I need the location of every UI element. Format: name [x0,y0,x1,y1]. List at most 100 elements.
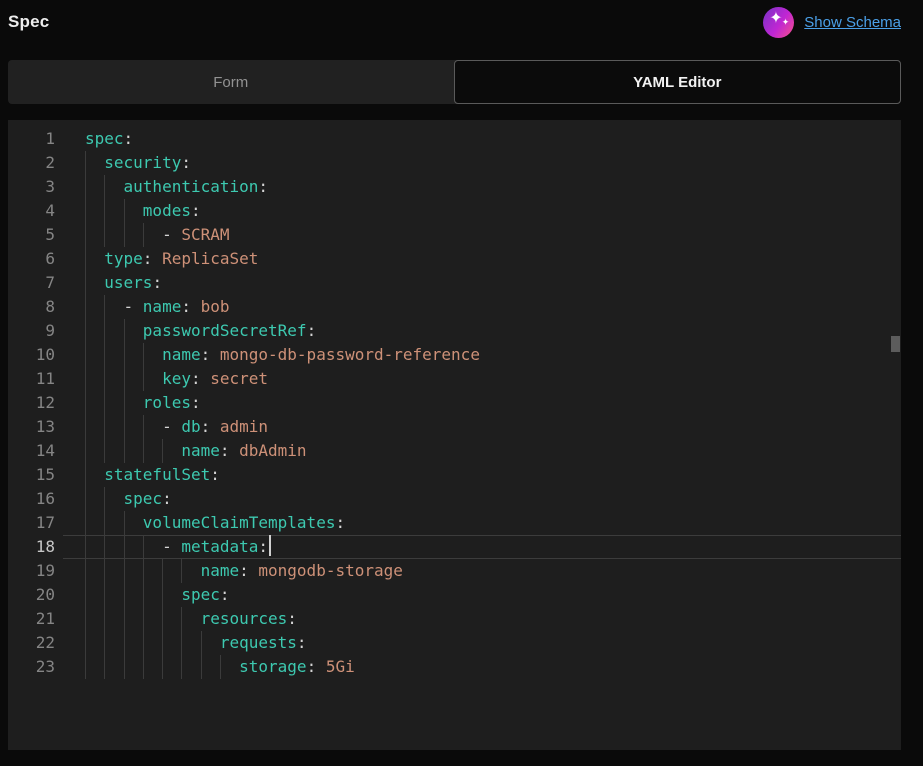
indent-guide [143,343,144,367]
indent-guide [85,391,86,415]
editor-scrollbar[interactable] [889,120,901,750]
tab-yaml-editor[interactable]: YAML Editor [454,60,902,104]
line-number: 21 [8,607,55,631]
code-line-8[interactable]: - name: bob [63,295,901,319]
code-line-10[interactable]: name: mongo-db-password-reference [63,343,901,367]
yaml-value: SCRAM [181,225,229,244]
code-line-9[interactable]: passwordSecretRef: [63,319,901,343]
line-number: 16 [8,487,55,511]
indent-guide [104,175,105,199]
yaml-punct: - [162,225,181,244]
indent-guide [85,271,86,295]
yaml-value: secret [210,369,268,388]
code-line-5[interactable]: - SCRAM [63,223,901,247]
indent-guide [85,439,86,463]
indent-guide [85,415,86,439]
indent-guide [104,607,105,631]
yaml-key: users [104,273,152,292]
yaml-punct: : [220,585,230,604]
indent-guide [124,319,125,343]
code-line-17[interactable]: volumeClaimTemplates: [63,511,901,535]
yaml-key: resources [201,609,288,628]
indent-guide [104,391,105,415]
indent-guide [85,511,86,535]
gutter: 1234567891011121314151617181920212223 [8,120,63,750]
code-line-1[interactable]: spec: [63,127,901,151]
yaml-punct: : [210,465,220,484]
yaml-key: key [162,369,191,388]
indent-guide [124,535,125,559]
indent-guide [104,487,105,511]
code-line-16[interactable]: spec: [63,487,901,511]
indent-guide [181,607,182,631]
code-line-15[interactable]: statefulSet: [63,463,901,487]
indent-guide [124,631,125,655]
yaml-editor[interactable]: 1234567891011121314151617181920212223 sp… [8,120,901,750]
code-line-3[interactable]: authentication: [63,175,901,199]
yaml-punct: : [191,369,210,388]
line-number: 2 [8,151,55,175]
code-line-19[interactable]: name: mongodb-storage [63,559,901,583]
indent-guide [104,367,105,391]
scrollbar-thumb[interactable] [891,336,900,352]
indent-guide [104,439,105,463]
indent-guide [124,343,125,367]
indent-guide [85,223,86,247]
indent-guide [124,607,125,631]
yaml-punct: : [191,201,201,220]
indent-guide [181,631,182,655]
yaml-value: dbAdmin [239,441,306,460]
code-line-14[interactable]: name: dbAdmin [63,439,901,463]
code-line-21[interactable]: resources: [63,607,901,631]
tab-form[interactable]: Form [8,60,454,104]
code-line-23[interactable]: storage: 5Gi [63,655,901,679]
indent-guide [201,655,202,679]
line-number: 20 [8,583,55,607]
indent-guide [104,511,105,535]
yaml-key: spec [181,585,220,604]
show-schema-link[interactable]: Show Schema [804,14,901,31]
indent-guide [104,583,105,607]
indent-guide [162,607,163,631]
indent-guide [85,367,86,391]
line-number: 4 [8,199,55,223]
indent-guide [201,631,202,655]
indent-guide [104,223,105,247]
yaml-key: name [181,441,220,460]
code-line-4[interactable]: modes: [63,199,901,223]
indent-guide [85,175,86,199]
line-number: 13 [8,415,55,439]
yaml-punct: : [258,537,268,556]
line-number: 12 [8,391,55,415]
code-area[interactable]: spec: security: authentication: modes: -… [63,120,901,750]
sparkle-small-icon: ✦ [782,18,790,27]
indent-guide [104,199,105,223]
header: Spec ✦ ✦ Show Schema [8,0,901,40]
yaml-punct: : [287,609,297,628]
code-line-18[interactable]: - metadata: [63,535,901,559]
yaml-key: statefulSet [104,465,210,484]
code-line-12[interactable]: roles: [63,391,901,415]
yaml-value: mongo-db-password-reference [220,345,480,364]
code-line-20[interactable]: spec: [63,583,901,607]
code-line-2[interactable]: security: [63,151,901,175]
indent-guide [124,655,125,679]
indent-guide [85,343,86,367]
yaml-punct: : [181,297,200,316]
yaml-key: spec [124,489,163,508]
code-line-11[interactable]: key: secret [63,367,901,391]
indent-guide [124,439,125,463]
yaml-punct: : [143,249,162,268]
line-number: 6 [8,247,55,271]
code-line-6[interactable]: type: ReplicaSet [63,247,901,271]
line-number: 3 [8,175,55,199]
code-line-7[interactable]: users: [63,271,901,295]
code-line-13[interactable]: - db: admin [63,415,901,439]
indent-guide [162,439,163,463]
yaml-punct: : [124,129,134,148]
code-line-22[interactable]: requests: [63,631,901,655]
line-number: 19 [8,559,55,583]
ai-sparkles-icon[interactable]: ✦ ✦ [763,7,794,38]
yaml-punct: : [181,153,191,172]
yaml-value: bob [201,297,230,316]
